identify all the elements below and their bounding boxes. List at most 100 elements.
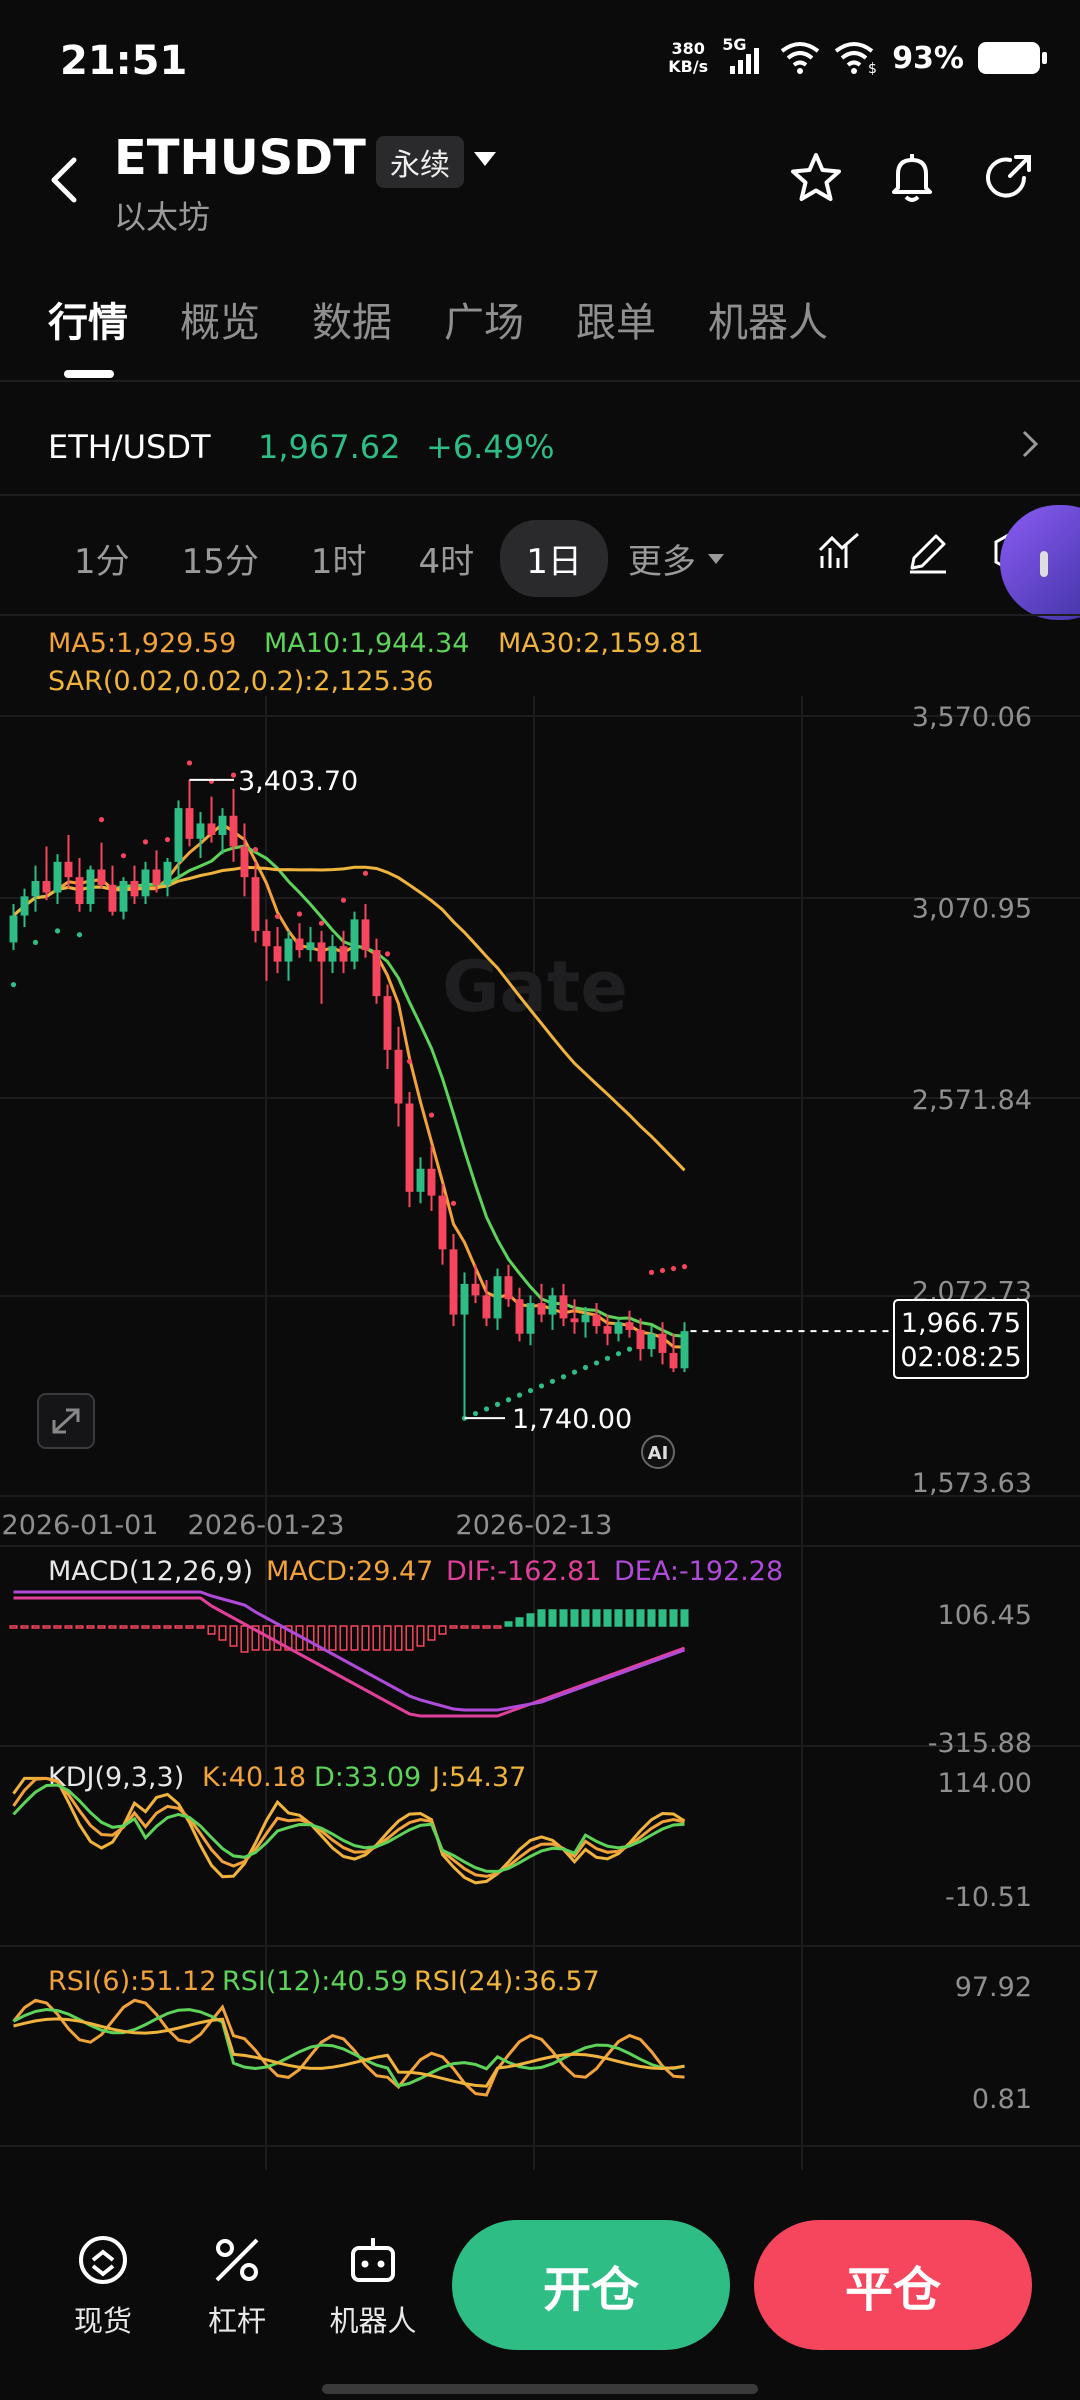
macd-histogram-bar xyxy=(405,1625,414,1651)
back-icon[interactable] xyxy=(40,150,90,210)
current-price-label: 1,966.75 xyxy=(901,1308,1021,1339)
ai-badge[interactable]: AI xyxy=(641,1435,675,1469)
rsi-legend-24: RSI(24):36.57 xyxy=(414,1966,600,1997)
kdj-legend-j: J:54.37 xyxy=(430,1762,526,1793)
candle-body xyxy=(372,950,381,997)
candle-body xyxy=(570,1318,579,1323)
nav-bots-label: 机器人 xyxy=(329,2304,417,2338)
candle-body xyxy=(262,930,271,947)
net-speed: 380 KB/s xyxy=(668,40,708,76)
candle-body xyxy=(515,1299,524,1334)
candle-body xyxy=(97,869,106,885)
macd-histogram-bar xyxy=(306,1625,315,1651)
leverage-icon xyxy=(215,2238,259,2282)
candle-body xyxy=(53,861,62,893)
indicator-icon[interactable] xyxy=(816,528,864,576)
dropdown-caret-icon[interactable] xyxy=(472,150,498,168)
timeframe-more-button[interactable]: 更多 xyxy=(608,520,746,597)
sar-dot xyxy=(54,928,61,934)
sar-dot xyxy=(670,1265,677,1272)
fullscreen-icon[interactable] xyxy=(37,1393,95,1449)
candle-body xyxy=(548,1295,557,1315)
macd-legend-dea: DEA:-192.28 xyxy=(614,1556,783,1587)
star-icon[interactable] xyxy=(788,150,844,206)
tab-square[interactable]: 广场 xyxy=(444,290,524,348)
candle-body xyxy=(658,1333,667,1353)
candle-body xyxy=(284,938,293,962)
open-position-button[interactable]: 开仓 xyxy=(452,2220,730,2350)
caret-down-icon xyxy=(707,553,724,564)
y-tick-label: 97.92 xyxy=(955,1972,1032,2003)
robot-icon xyxy=(351,2238,395,2282)
candle-body xyxy=(526,1303,535,1334)
timeframe-4h[interactable]: 4时 xyxy=(393,520,501,597)
macd-histogram-bar xyxy=(383,1625,392,1651)
close-position-button[interactable]: 平仓 xyxy=(754,2220,1032,2350)
legend-ma30: MA30:2,159.81 xyxy=(498,628,703,659)
macd-histogram-bar xyxy=(625,1609,634,1627)
macd-histogram-bar xyxy=(185,1625,194,1629)
ticker-name[interactable]: ETH/USDT xyxy=(48,428,211,466)
nav-bots[interactable]: 机器人 xyxy=(318,2232,428,2340)
macd-histogram-bar xyxy=(119,1625,128,1629)
macd-histogram-bar xyxy=(614,1609,623,1627)
candle-body xyxy=(471,1283,480,1296)
tab-indicator xyxy=(64,370,114,378)
bell-icon[interactable] xyxy=(884,150,940,206)
chevron-right-icon[interactable] xyxy=(1020,428,1040,460)
status-time: 21:51 xyxy=(60,38,188,84)
macd-histogram-bar xyxy=(218,1625,227,1641)
candle-body xyxy=(152,869,161,885)
timeframe-1d[interactable]: 1日 xyxy=(500,520,608,597)
candle-body xyxy=(394,1049,403,1104)
tab-data[interactable]: 数据 xyxy=(312,290,392,348)
pair-title[interactable]: ETHUSDT xyxy=(114,130,366,186)
sar-dot xyxy=(384,951,391,957)
y-tick-label: -315.88 xyxy=(928,1728,1032,1759)
tab-copy-trading[interactable]: 跟单 xyxy=(576,290,656,348)
macd-histogram-bar xyxy=(592,1609,601,1627)
high-label: 3,403.70 xyxy=(238,766,358,797)
nav-spot[interactable]: 现货 xyxy=(48,2232,158,2340)
timeframe-15m[interactable]: 15分 xyxy=(156,520,285,597)
ai-badge-label: AI xyxy=(648,1443,669,1464)
chart-annotations: 3,403.70 1,740.00 xyxy=(189,766,894,1435)
macd-histogram-bar xyxy=(460,1625,469,1629)
current-price-marker: 1,966.75 02:08:25 xyxy=(893,1299,1029,1379)
macd-histogram-bar xyxy=(20,1625,29,1629)
sar-dot xyxy=(604,1355,611,1361)
kline-chart[interactable]: Gate MA5:1,929.59 MA10:1,944.34 MA30:2,1… xyxy=(0,616,1080,2176)
timeframe-1h[interactable]: 1时 xyxy=(285,520,393,597)
sar-dot xyxy=(142,839,149,845)
macd-histogram-bar xyxy=(559,1609,568,1627)
candle-body xyxy=(273,946,282,962)
macd-histogram-bar xyxy=(361,1625,370,1651)
tab-market[interactable]: 行情 xyxy=(48,290,128,348)
macd-histogram-bar xyxy=(141,1625,150,1629)
candle-body xyxy=(350,919,359,962)
tab-overview[interactable]: 概览 xyxy=(180,290,260,348)
sar-dot xyxy=(274,913,281,919)
rsi-legend-6: RSI(6):51.12 xyxy=(48,1966,217,1997)
candle-body xyxy=(559,1295,568,1319)
macd-histogram-bar xyxy=(196,1625,205,1629)
share-icon[interactable] xyxy=(980,150,1036,206)
candle-body xyxy=(207,823,216,835)
macd-histogram-bar xyxy=(394,1625,403,1651)
macd-histogram-bar xyxy=(86,1625,95,1629)
x-axis: 2026-01-01 2026-01-23 2026-02-13 xyxy=(2,1510,613,1541)
status-indicators: 380 KB/s 5G $ 93% xyxy=(668,36,1047,76)
tab-bots[interactable]: 机器人 xyxy=(708,290,828,348)
nav-leverage[interactable]: 杠杆 xyxy=(182,2232,292,2340)
candle-body xyxy=(119,881,128,912)
sar-dot xyxy=(483,1406,490,1412)
y-tick-label: 1,573.63 xyxy=(912,1468,1032,1499)
draw-pen-icon[interactable] xyxy=(904,528,952,576)
ai-assistant-bubble[interactable] xyxy=(1000,505,1080,620)
ticker-price: 1,967.62 xyxy=(258,428,401,466)
sar-dot xyxy=(626,1346,633,1352)
perpetual-badge[interactable]: 永续 xyxy=(376,136,464,188)
macd-histogram-bar xyxy=(372,1625,381,1651)
timeframe-1m[interactable]: 1分 xyxy=(48,520,156,597)
candle-body xyxy=(504,1276,513,1300)
